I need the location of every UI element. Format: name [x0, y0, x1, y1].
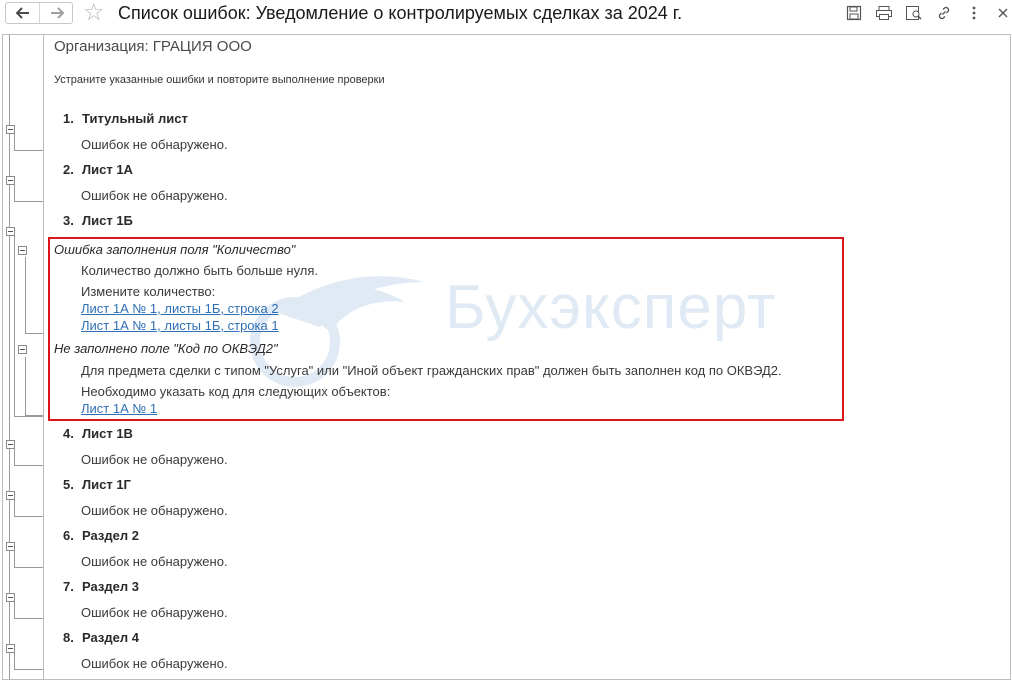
section-status: Ошибок не обнаружено. [81, 452, 228, 467]
collapse-toggle[interactable] [18, 246, 27, 255]
tree-line [25, 415, 43, 416]
tree-line [14, 567, 43, 568]
link-icon[interactable] [935, 4, 953, 22]
window-title: Список ошибок: Уведомление о контролируе… [118, 3, 683, 23]
tree-line [14, 416, 43, 417]
error-link[interactable]: Лист 1А № 1 [81, 401, 157, 416]
section-title[interactable]: 8. Раздел 4 [63, 630, 139, 645]
collapse-toggle[interactable] [6, 644, 15, 653]
error-description: Для предмета сделки с типом "Услуга" или… [81, 363, 782, 378]
tree-line [14, 185, 15, 201]
error-action: Измените количество: [81, 284, 216, 299]
tree-gutter [3, 35, 44, 679]
collapse-toggle[interactable] [6, 542, 15, 551]
error-link[interactable]: Лист 1А № 1, листы 1Б, строка 2 [81, 301, 279, 316]
tree-line [14, 150, 43, 151]
tree-line [25, 333, 43, 334]
tree-line [25, 357, 26, 415]
close-icon[interactable] [994, 4, 1012, 22]
error-action: Необходимо указать код для следующих объ… [81, 384, 391, 399]
section-status: Ошибок не обнаружено. [81, 137, 228, 152]
tree-line [14, 134, 15, 150]
section-title[interactable]: 1. Титульный лист [63, 111, 188, 126]
favorite-star-icon[interactable]: ☆ [83, 1, 105, 25]
tree-line [14, 551, 15, 567]
tree-line [14, 669, 43, 670]
section-title[interactable]: 5. Лист 1Г [63, 477, 131, 492]
section-title[interactable]: 3. Лист 1Б [63, 213, 133, 228]
collapse-toggle[interactable] [6, 440, 15, 449]
tree-line [14, 618, 43, 619]
error-title[interactable]: Не заполнено поле "Код по ОКВЭД2" [54, 341, 278, 356]
section-title[interactable]: 2. Лист 1А [63, 162, 133, 177]
error-list-panel: Бухэксперт Организация: ГРАЦИЯ ООО Устра… [2, 34, 1011, 680]
tree-line [14, 449, 15, 465]
back-button[interactable] [6, 3, 40, 23]
tree-line [14, 516, 43, 517]
forward-arrow-icon [50, 7, 64, 19]
tree-line [25, 257, 26, 333]
section-status: Ошибок не обнаружено. [81, 605, 228, 620]
section-title[interactable]: 4. Лист 1В [63, 426, 133, 441]
preview-icon[interactable] [905, 4, 923, 22]
navigation-buttons [5, 2, 73, 24]
section-status: Ошибок не обнаружено. [81, 503, 228, 518]
collapse-toggle[interactable] [6, 491, 15, 500]
error-title[interactable]: Ошибка заполнения поля "Количество" [54, 242, 295, 257]
back-arrow-icon [15, 7, 29, 19]
print-icon[interactable] [875, 4, 893, 22]
forward-button[interactable] [40, 3, 73, 23]
collapse-toggle[interactable] [6, 227, 15, 236]
tree-line [14, 500, 15, 516]
section-title[interactable]: 7. Раздел 3 [63, 579, 139, 594]
tree-line [14, 236, 15, 416]
organization-label: Организация: ГРАЦИЯ ООО [54, 38, 252, 55]
more-icon[interactable] [965, 4, 983, 22]
tree-line [14, 201, 43, 202]
section-status: Ошибок не обнаружено. [81, 554, 228, 569]
collapse-toggle[interactable] [6, 125, 15, 134]
collapse-toggle[interactable] [6, 593, 15, 602]
error-description: Количество должно быть больше нуля. [81, 263, 319, 278]
collapse-toggle[interactable] [6, 176, 15, 185]
section-status: Ошибок не обнаружено. [81, 656, 228, 671]
collapse-toggle[interactable] [18, 345, 27, 354]
title-bar: ☆ Список ошибок: Уведомление о контролир… [0, 0, 1012, 28]
tree-line [14, 653, 15, 669]
hint-text: Устраните указанные ошибки и повторите в… [54, 74, 385, 86]
section-status: Ошибок не обнаружено. [81, 188, 228, 203]
error-link[interactable]: Лист 1А № 1, листы 1Б, строка 1 [81, 318, 279, 333]
save-icon[interactable] [845, 4, 863, 22]
tree-line [14, 602, 15, 618]
section-title[interactable]: 6. Раздел 2 [63, 528, 139, 543]
tree-line [14, 465, 43, 466]
